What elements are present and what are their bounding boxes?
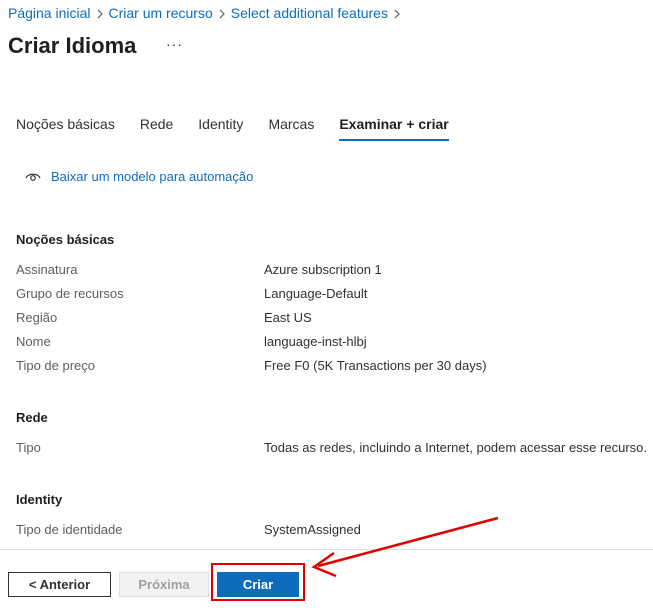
tab-list: Noções básicas Rede Identity Marcas Exam… [16,116,474,141]
chevron-right-icon [91,6,109,21]
summary-value: Language-Default [264,286,368,301]
chevron-right-icon [213,6,231,21]
section-title-basics: Noções básicas [16,232,115,247]
annotation-highlight-box [211,563,305,601]
breadcrumb-home-link[interactable]: Página inicial [8,5,91,21]
previous-button[interactable]: < Anterior [8,572,111,597]
summary-key: Nome [16,334,51,349]
summary-key: Tipo de identidade [16,522,123,537]
summary-value: Azure subscription 1 [264,262,382,277]
tab-identity[interactable]: Identity [198,116,243,141]
summary-key: Região [16,310,58,325]
more-options-button[interactable]: ··· [166,36,182,56]
page-title: Criar Idioma [8,33,137,58]
chevron-right-icon [388,6,406,21]
breadcrumb-additional-features-link[interactable]: Select additional features [231,5,388,21]
summary-key: Tipo [16,440,41,455]
summary-value: Free F0 (5K Transactions per 30 days) [264,358,487,373]
summary-value: East US [264,310,312,325]
download-template-label: Baixar um modelo para automação [51,168,254,184]
download-template-link[interactable]: Baixar um modelo para automação [24,167,253,185]
summary-value: language-inst-hlbj [264,334,367,349]
tab-tags[interactable]: Marcas [268,116,314,141]
tab-network[interactable]: Rede [140,116,173,141]
breadcrumb: Página inicial Criar um recurso Select a… [8,5,406,21]
summary-key: Tipo de preço [16,358,96,373]
view-icon [25,173,41,181]
summary-value: Todas as redes, incluindo a Internet, po… [264,440,647,455]
summary-key: Grupo de recursos [16,286,124,301]
summary-key: Assinatura [16,262,78,277]
annotation-arrow-icon [311,516,499,578]
section-title-network: Rede [16,410,48,425]
tab-basics[interactable]: Noções básicas [16,116,115,141]
next-button: Próxima [119,572,209,597]
section-title-identity: Identity [16,492,63,507]
tab-review-create[interactable]: Examinar + criar [339,116,449,141]
breadcrumb-create-resource-link[interactable]: Criar um recurso [109,5,213,21]
